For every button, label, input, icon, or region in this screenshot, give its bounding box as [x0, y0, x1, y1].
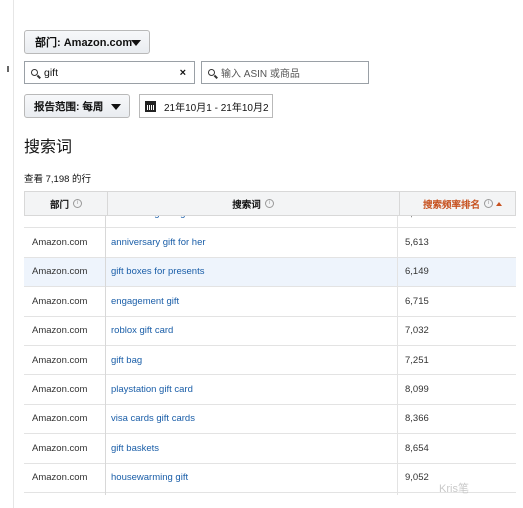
cell-rank: 9,052 [405, 472, 429, 484]
cell-rank: 8,366 [405, 413, 429, 425]
header-rank-label: 搜索频率排名 [423, 199, 481, 211]
cell-rank: 6,149 [405, 266, 429, 278]
calendar-icon [145, 100, 156, 112]
column-divider [105, 216, 106, 495]
cell-department: Amazon.com [32, 384, 88, 396]
date-range-picker[interactable]: 21年10月1 - 21年10月2 [139, 94, 273, 118]
cell-search-term-link[interactable]: visa cards gift cards [111, 405, 195, 433]
cell-department: Amazon.com [32, 295, 88, 307]
cell-department: Amazon.com [32, 325, 88, 337]
table-row[interactable]: Amazon.com gift bag 7,251 [24, 345, 516, 376]
cell-department: Amazon.com [32, 413, 88, 425]
clear-icon[interactable]: × [180, 67, 186, 79]
date-range-value: 21年10月1 - 21年10月2 [164, 102, 269, 114]
department-select-label: 部门: Amazon.com [35, 37, 133, 49]
cell-department: Amazon.com [32, 442, 88, 454]
table-row[interactable]: Amazon.com christmas gift bags 4,924 [24, 216, 516, 229]
cell-search-term-link[interactable]: housewarming gift [111, 464, 188, 492]
report-range-select[interactable]: 报告范围: 每周 [24, 94, 130, 118]
header-search-term[interactable]: 搜索词 i [107, 192, 400, 215]
cell-rank: 6,715 [405, 295, 429, 307]
asin-placeholder: 输入 ASIN 或商品 [221, 69, 300, 80]
left-tick-mark [7, 66, 9, 72]
table-row[interactable]: Amazon.com gift baskets 8,654 [24, 434, 516, 464]
info-icon[interactable]: i [73, 199, 82, 208]
cell-rank: 5,613 [405, 237, 429, 249]
cell-search-term-link[interactable]: gift bag [111, 346, 142, 374]
section-title: 搜索词 [24, 139, 73, 156]
search-icon [208, 69, 215, 76]
cell-department: Amazon.com [32, 354, 88, 366]
table-header: 部门 i 搜索词 i 搜索频率排名 i [24, 191, 516, 216]
cell-rank: 7,251 [405, 354, 429, 366]
search-terms-table: 部门 i 搜索词 i 搜索频率排名 i Amazon.com christmas … [24, 191, 516, 495]
column-divider [397, 216, 398, 495]
cell-rank: 7,032 [405, 325, 429, 337]
cell-search-term-link[interactable]: engagement gift [111, 287, 179, 315]
table-row[interactable]: Amazon.com engagement gift 6,715 [24, 287, 516, 317]
chevron-down-icon [131, 40, 141, 46]
cell-rank: 8,654 [405, 442, 429, 454]
cell-search-term-link[interactable]: anniversary gift for her [111, 228, 206, 256]
cell-department: Amazon.com [32, 216, 87, 227]
department-select[interactable]: 部门: Amazon.com [24, 30, 150, 54]
info-icon[interactable]: i [264, 199, 274, 208]
cell-search-term-link[interactable]: christmas gift bags [111, 216, 190, 227]
asin-search-input[interactable]: 输入 ASIN 或商品 [201, 61, 369, 84]
header-department-label: 部门 [49, 199, 69, 211]
table-row[interactable]: Amazon.com playstation gift card 8,099 [24, 375, 516, 405]
search-input[interactable]: gift × [24, 61, 195, 84]
header-rank[interactable]: 搜索频率排名 i [399, 192, 516, 215]
sort-ascending-icon [496, 201, 503, 206]
header-search-term-label: 搜索词 [232, 199, 261, 211]
watermark: Kris笔 [439, 483, 469, 495]
search-input-value: gift [44, 66, 59, 79]
table-row[interactable]: Amazon.com anniversary gift for her 5,613 [24, 228, 516, 258]
table-row[interactable]: Amazon.com gift boxes for presents 6,149 [24, 257, 516, 288]
chevron-down-icon [111, 104, 121, 110]
cell-department: Amazon.com [32, 472, 88, 484]
cell-search-term-link[interactable]: gift baskets [111, 434, 159, 462]
table-row[interactable]: Amazon.com visa cards gift cards 8,366 [24, 404, 516, 435]
report-range-label: 报告范围: 每周 [34, 100, 104, 113]
info-icon[interactable]: i [484, 199, 494, 208]
cell-search-term-link[interactable]: playstation gift card [111, 375, 193, 403]
header-department[interactable]: 部门 i [25, 192, 108, 215]
cell-department: Amazon.com [32, 237, 88, 249]
search-icon [31, 69, 38, 76]
cell-search-term-link[interactable]: roblox gift card [111, 317, 173, 345]
page-left-border [13, 0, 14, 508]
table-row[interactable]: Amazon.com roblox gift card 7,032 [24, 316, 516, 346]
cell-rank: 8,099 [405, 384, 429, 396]
cell-rank: 4,924 [405, 216, 429, 227]
cell-search-term-link[interactable]: gift boxes for presents [111, 258, 204, 286]
cell-department: Amazon.com [32, 266, 88, 278]
row-count: 查看 7,198 的行 [24, 174, 92, 185]
table-body: Amazon.comchristmas gift bags4,924Amazon… [24, 216, 516, 495]
